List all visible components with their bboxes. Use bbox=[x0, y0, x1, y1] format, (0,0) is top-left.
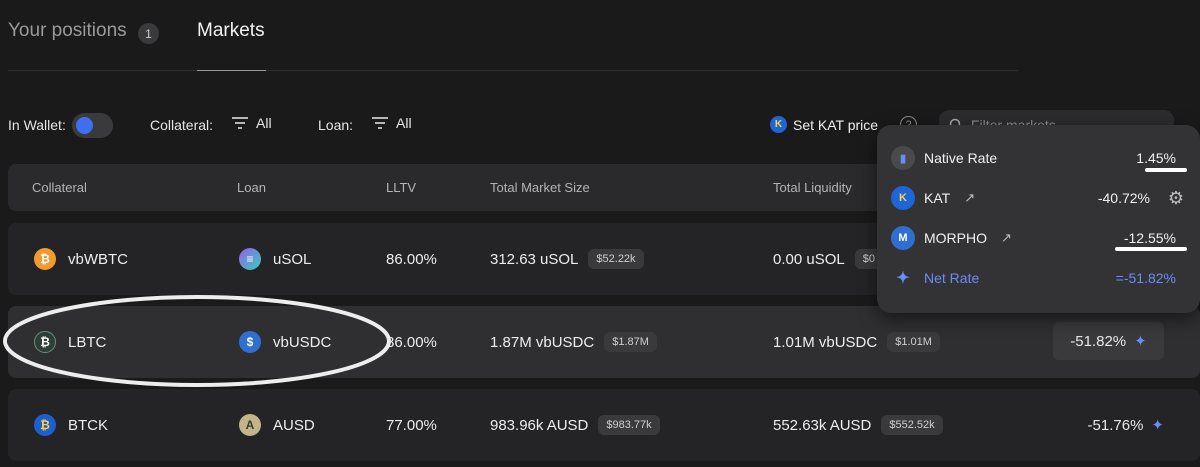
bar-chart-icon: ▮ bbox=[891, 146, 915, 170]
net-rate-value: -51.82% bbox=[1070, 332, 1127, 350]
liquidity-usd: $1.01M bbox=[887, 332, 940, 352]
tab-bar: Your positions 1 Markets bbox=[0, 0, 1200, 72]
header-collateral[interactable]: Collateral bbox=[32, 180, 87, 195]
market-size-usd: $52.22k bbox=[588, 249, 644, 269]
collateral-filter-value: All bbox=[256, 115, 272, 131]
loan-cell: A AUSD bbox=[239, 389, 315, 461]
collateral-filter-button[interactable]: All bbox=[232, 115, 272, 131]
morpho-token-icon: M bbox=[891, 226, 915, 250]
sparkle-icon: ✦ bbox=[896, 270, 910, 287]
liquidity-usd: $552.52k bbox=[881, 415, 943, 435]
native-rate-label: Native Rate bbox=[924, 150, 998, 166]
net-rate-value: -51.76% bbox=[1087, 416, 1144, 434]
liquidity-value: 1.01M vbUSDC bbox=[773, 333, 878, 351]
kat-token-icon: K bbox=[770, 116, 787, 133]
loan-filter-value: All bbox=[396, 115, 412, 131]
in-wallet-label: In Wallet: bbox=[8, 117, 66, 133]
collateral-cell: ₿ BTCK bbox=[34, 389, 108, 461]
market-size-cell: 983.96k AUSD $983.77k bbox=[490, 389, 660, 461]
active-tab-underline bbox=[197, 70, 266, 71]
kat-label: KAT bbox=[924, 190, 951, 206]
positions-count-badge: 1 bbox=[138, 23, 159, 44]
annotation-ellipse bbox=[3, 295, 391, 387]
net-rate-cell[interactable]: -51.76% ✦ bbox=[1088, 389, 1164, 461]
net-rate-row: ✦ Net Rate =-51.82% bbox=[891, 263, 1188, 293]
collateral-cell: ₿ vbWBTC bbox=[34, 223, 128, 295]
morpho-value: -12.55% bbox=[1123, 230, 1176, 246]
usol-icon: ≡ bbox=[239, 248, 261, 270]
liquidity-cell: 1.01M vbUSDC $1.01M bbox=[773, 306, 940, 378]
collateral-name: vbWBTC bbox=[68, 250, 128, 268]
net-rate-label: Net Rate bbox=[924, 270, 980, 286]
lltv-value: 86.00% bbox=[386, 250, 437, 268]
sparkle-icon: ✦ bbox=[1134, 333, 1147, 350]
liquidity-cell: 552.63k AUSD $552.52k bbox=[773, 389, 943, 461]
header-lltv[interactable]: LLTV bbox=[386, 180, 416, 195]
ausd-icon: A bbox=[239, 414, 261, 436]
net-rate-total: =-51.82% bbox=[1115, 270, 1176, 286]
loan-cell: ≡ uSOL bbox=[239, 223, 311, 295]
toggle-knob bbox=[76, 117, 93, 134]
kat-value: -40.72% bbox=[1097, 190, 1150, 206]
market-size-value: 312.63 uSOL bbox=[490, 250, 579, 268]
market-size-cell: 1.87M vbUSDC $1.87M bbox=[490, 306, 657, 378]
table-row[interactable]: ₿ BTCK A AUSD 77.00% 983.96k AUSD $983.7… bbox=[8, 389, 1200, 461]
loan-filter-label: Loan: bbox=[318, 117, 354, 133]
collateral-filter-label: Collateral: bbox=[150, 117, 214, 133]
liquidity-cell: 0.00 uSOL $0 bbox=[773, 223, 883, 295]
filter-icon bbox=[232, 117, 248, 129]
header-total-liquidity[interactable]: Total Liquidity bbox=[773, 180, 852, 195]
liquidity-value: 0.00 uSOL bbox=[773, 250, 845, 268]
in-wallet-toggle[interactable] bbox=[72, 113, 113, 138]
annotation-underline bbox=[1145, 168, 1187, 172]
set-kat-price-button[interactable]: K Set KAT price bbox=[770, 116, 878, 133]
filter-icon bbox=[372, 117, 388, 129]
market-size-value: 983.96k AUSD bbox=[490, 416, 589, 434]
liquidity-value: 552.63k AUSD bbox=[773, 416, 872, 434]
loan-name: uSOL bbox=[273, 250, 312, 268]
kat-token-icon: K bbox=[891, 186, 915, 210]
tabs-divider bbox=[8, 70, 1018, 71]
native-rate-row: ▮ Native Rate 1.45% bbox=[891, 143, 1188, 173]
market-size-usd: $983.77k bbox=[598, 415, 660, 435]
bitcoin-orange-icon: ₿ bbox=[34, 248, 56, 270]
rate-breakdown-popover: ▮ Native Rate 1.45% K KAT ↗ -40.72% ⚙ M … bbox=[877, 125, 1200, 313]
lltv-value: 77.00% bbox=[386, 416, 437, 434]
header-loan[interactable]: Loan bbox=[237, 180, 266, 195]
morpho-label: MORPHO bbox=[924, 230, 987, 246]
kat-reward-row: K KAT ↗ -40.72% ⚙ bbox=[891, 183, 1188, 213]
tab-markets[interactable]: Markets bbox=[197, 20, 265, 42]
market-size-usd: $1.87M bbox=[604, 332, 657, 352]
set-kat-price-label: Set KAT price bbox=[793, 116, 879, 133]
loan-filter-button[interactable]: All bbox=[372, 115, 412, 131]
loan-name: AUSD bbox=[273, 416, 315, 434]
net-rate-button[interactable]: -51.82% ✦ bbox=[1053, 322, 1164, 360]
market-size-value: 1.87M vbUSDC bbox=[490, 333, 595, 351]
tab-your-positions[interactable]: Your positions bbox=[8, 20, 127, 42]
market-size-cell: 312.63 uSOL $52.22k bbox=[490, 223, 644, 295]
collateral-name: BTCK bbox=[68, 416, 109, 434]
btck-icon: ₿ bbox=[34, 414, 56, 436]
annotation-underline bbox=[1115, 247, 1187, 251]
external-link-icon[interactable]: ↗ bbox=[1001, 230, 1012, 246]
external-link-icon[interactable]: ↗ bbox=[964, 190, 975, 206]
header-total-market-size[interactable]: Total Market Size bbox=[490, 180, 590, 195]
gear-icon[interactable]: ⚙ bbox=[1168, 188, 1184, 209]
native-rate-value: 1.45% bbox=[1136, 150, 1176, 166]
sparkle-icon: ✦ bbox=[1151, 417, 1164, 434]
